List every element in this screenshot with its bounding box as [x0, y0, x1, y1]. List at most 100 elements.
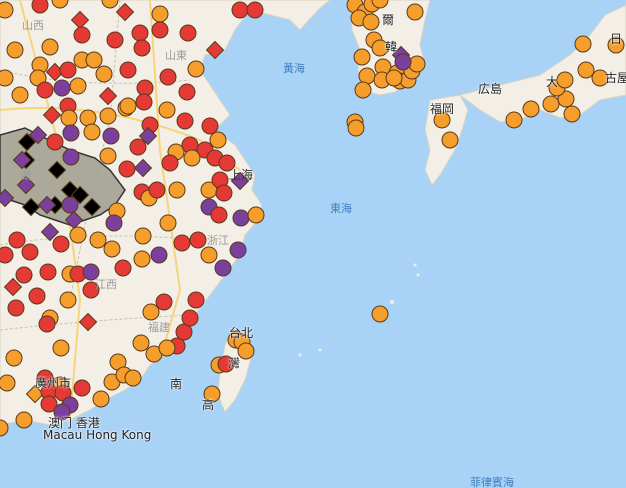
circle-marker[interactable]: [133, 39, 151, 57]
circle-marker[interactable]: [347, 119, 365, 137]
circle-marker[interactable]: [39, 263, 57, 281]
circle-marker[interactable]: [183, 149, 201, 167]
circle-marker[interactable]: [52, 339, 70, 357]
circle-marker[interactable]: [385, 69, 403, 87]
circle-marker[interactable]: [189, 231, 207, 249]
circle-marker[interactable]: [433, 111, 451, 129]
circle-marker[interactable]: [0, 69, 14, 87]
circle-marker[interactable]: [173, 234, 191, 252]
circle-marker[interactable]: [577, 61, 595, 79]
circle-marker[interactable]: [187, 291, 205, 309]
circle-marker[interactable]: [0, 246, 14, 264]
circle-marker[interactable]: [36, 81, 54, 99]
circle-marker[interactable]: [574, 35, 592, 53]
circle-marker[interactable]: [99, 107, 117, 125]
circle-marker[interactable]: [89, 231, 107, 249]
circle-marker[interactable]: [133, 250, 151, 268]
circle-marker[interactable]: [61, 196, 79, 214]
circle-marker[interactable]: [232, 209, 250, 227]
circle-marker[interactable]: [179, 24, 197, 42]
circle-marker[interactable]: [231, 1, 249, 19]
circle-marker[interactable]: [200, 246, 218, 264]
circle-marker[interactable]: [158, 339, 176, 357]
circle-marker[interactable]: [95, 65, 113, 83]
circle-marker[interactable]: [354, 81, 372, 99]
circle-marker[interactable]: [102, 127, 120, 145]
circle-marker[interactable]: [563, 105, 581, 123]
circle-marker[interactable]: [178, 83, 196, 101]
circle-marker[interactable]: [62, 124, 80, 142]
circle-marker[interactable]: [83, 123, 101, 141]
circle-marker[interactable]: [92, 390, 110, 408]
circle-marker[interactable]: [53, 79, 71, 97]
circle-marker[interactable]: [394, 53, 412, 71]
circle-marker[interactable]: [209, 131, 227, 149]
circle-marker[interactable]: [85, 51, 103, 69]
circle-marker[interactable]: [28, 287, 46, 305]
circle-marker[interactable]: [36, 369, 54, 387]
circle-marker[interactable]: [229, 241, 247, 259]
circle-marker[interactable]: [607, 36, 625, 54]
circle-marker[interactable]: [353, 48, 371, 66]
map-canvas[interactable]: [0, 0, 626, 488]
circle-marker[interactable]: [53, 403, 71, 421]
circle-marker[interactable]: [131, 24, 149, 42]
circle-marker[interactable]: [187, 60, 205, 78]
circle-marker[interactable]: [371, 39, 389, 57]
circle-marker[interactable]: [217, 355, 235, 373]
circle-marker[interactable]: [15, 266, 33, 284]
circle-marker[interactable]: [41, 38, 59, 56]
circle-marker[interactable]: [46, 133, 64, 151]
circle-marker[interactable]: [0, 1, 14, 19]
circle-marker[interactable]: [214, 259, 232, 277]
circle-marker[interactable]: [358, 67, 376, 85]
circle-marker[interactable]: [114, 259, 132, 277]
circle-marker[interactable]: [59, 291, 77, 309]
circle-marker[interactable]: [155, 293, 173, 311]
circle-marker[interactable]: [105, 214, 123, 232]
circle-marker[interactable]: [11, 86, 29, 104]
circle-marker[interactable]: [60, 109, 78, 127]
circle-marker[interactable]: [148, 181, 166, 199]
circle-marker[interactable]: [210, 206, 228, 224]
circle-marker[interactable]: [218, 154, 236, 172]
circle-marker[interactable]: [591, 69, 609, 87]
circle-marker[interactable]: [135, 93, 153, 111]
circle-marker[interactable]: [73, 26, 91, 44]
circle-marker[interactable]: [62, 148, 80, 166]
circle-marker[interactable]: [79, 109, 97, 127]
circle-marker[interactable]: [129, 138, 147, 156]
circle-marker[interactable]: [8, 231, 26, 249]
circle-marker[interactable]: [103, 240, 121, 258]
circle-marker[interactable]: [134, 227, 152, 245]
circle-marker[interactable]: [38, 315, 56, 333]
circle-marker[interactable]: [181, 309, 199, 327]
circle-marker[interactable]: [158, 101, 176, 119]
circle-marker[interactable]: [6, 41, 24, 59]
circle-marker[interactable]: [247, 206, 265, 224]
circle-marker[interactable]: [82, 281, 100, 299]
circle-marker[interactable]: [21, 243, 39, 261]
circle-marker[interactable]: [246, 1, 264, 19]
circle-marker[interactable]: [99, 147, 117, 165]
circle-marker[interactable]: [371, 305, 389, 323]
circle-marker[interactable]: [203, 385, 221, 403]
circle-marker[interactable]: [151, 5, 169, 23]
circle-marker[interactable]: [5, 349, 23, 367]
circle-marker[interactable]: [124, 369, 142, 387]
circle-marker[interactable]: [73, 379, 91, 397]
circle-marker[interactable]: [69, 77, 87, 95]
circle-marker[interactable]: [59, 61, 77, 79]
circle-marker[interactable]: [556, 71, 574, 89]
circle-marker[interactable]: [441, 131, 459, 149]
circle-marker[interactable]: [522, 100, 540, 118]
circle-marker[interactable]: [119, 97, 137, 115]
circle-marker[interactable]: [168, 181, 186, 199]
circle-marker[interactable]: [201, 117, 219, 135]
circle-marker[interactable]: [0, 374, 16, 392]
circle-marker[interactable]: [176, 112, 194, 130]
circle-marker[interactable]: [142, 303, 160, 321]
circle-marker[interactable]: [7, 299, 25, 317]
circle-marker[interactable]: [118, 160, 136, 178]
circle-marker[interactable]: [406, 3, 424, 21]
